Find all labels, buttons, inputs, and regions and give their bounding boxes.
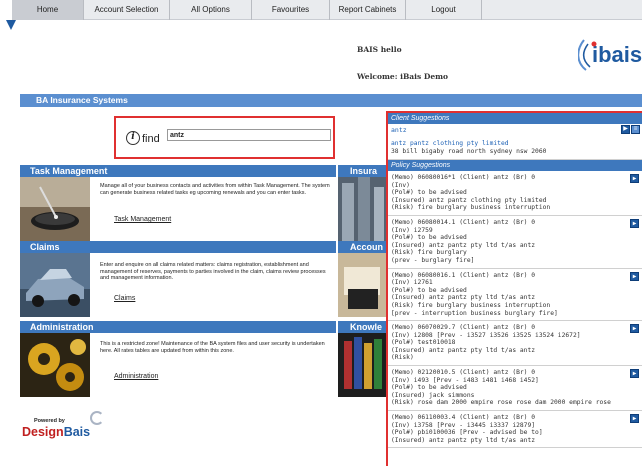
policy-suggestion-line: (Risk) rose dam 2000 empire rose rose da…: [391, 399, 611, 407]
policy-suggestion-line: (Memo) 02120010.5 (Client) antz (Br) 0: [391, 369, 536, 377]
policy-suggestion-line: (Risk) fire burglary: [391, 249, 467, 257]
find-label: find: [142, 133, 160, 145]
policy-suggestion-line: (Inv) i2761: [391, 279, 433, 287]
policy-suggestion-item[interactable]: (Memo) 06080014.1 (Client) antz (Br) 0 (I…: [388, 216, 642, 269]
nav-tab-account-selection[interactable]: Account Selection: [84, 0, 170, 20]
policy-suggestion-line: (Inv) i493 [Prev - i483 i481 i468 i452]: [391, 376, 539, 384]
select-client-icon[interactable]: ▶: [621, 125, 630, 134]
client-suggestion-result[interactable]: antz pantz clothing pty limited 38 bill …: [388, 136, 642, 160]
policy-suggestion-line: (Pol#) pbi0100036 [Prev - advised be to]: [391, 429, 543, 437]
logo-text: ibais: [592, 42, 642, 67]
nav-tab-home[interactable]: Home: [12, 0, 84, 20]
ibais-logo: ibais: [578, 39, 642, 71]
info-icon: i: [126, 131, 140, 145]
policy-suggestion-item[interactable]: (Memo) 06070029.7 (Client) antz (Br) 0 (I…: [388, 321, 642, 367]
client-suggestions-header: Client Suggestions: [388, 113, 642, 124]
policy-suggestion-line: (prev - burglary fire]: [391, 256, 475, 264]
claims-link[interactable]: Claims: [114, 295, 135, 302]
task-management-description: Manage all of your business contacts and…: [100, 183, 330, 196]
policy-suggestion-line: (Pol#) to be advised: [391, 384, 467, 392]
policy-suggestion-line: (Memo) 06080016.1 (Client) antz (Br) 0: [391, 271, 536, 279]
policy-suggestion-line: (Risk) fire burglary business interrupti…: [391, 204, 551, 212]
select-policy-icon[interactable]: ▶: [630, 174, 639, 183]
policy-suggestion-line: (Inv): [391, 181, 410, 189]
select-policy-icon[interactable]: ▶: [630, 271, 639, 281]
policy-suggestion-line: (Inv) i2759: [391, 226, 433, 234]
policy-suggestion-line: (Pol#) to be advised: [391, 234, 467, 242]
find-box: i find: [114, 116, 335, 159]
policy-suggestion-line: (Risk): [391, 354, 414, 362]
welcome-line: Welcome: iBais Demo: [357, 72, 448, 81]
policy-suggestion-line: (Memo) 06070029.7 (Client) antz (Br) 0: [391, 324, 536, 332]
policy-suggestion-line: [prev - interruption business burglary f…: [391, 309, 558, 317]
administration-description: This is a restricted zone! Maintenance o…: [100, 341, 325, 354]
policy-suggestion-line: (Inv) i3758 [Prev - i3445 i3337 i2879]: [391, 421, 536, 429]
client-result-address: 38 bill bigaby road north sydney nsw 206…: [391, 148, 547, 155]
policy-suggestion-line: (Insured) antz pantz clothing pty limite…: [391, 196, 547, 204]
policy-suggestion-line: (Memo) 06080014.1 (Client) antz (Br) 0: [391, 218, 536, 226]
section-bar-administration: Administration: [20, 321, 336, 333]
app-title-bar-extension: [380, 94, 642, 107]
section-bar-accounts: Accoun: [338, 241, 386, 253]
policy-suggestion-line: (Memo) 06080016*1 (Client) antz (Br) 0: [391, 174, 536, 181]
select-policy-icon[interactable]: ▶: [630, 369, 639, 379]
policy-suggestion-line: (Pol#) test010018: [391, 339, 456, 347]
policy-suggestion-line: (Pol#) to be advised: [391, 189, 467, 197]
administration-link[interactable]: Administration: [114, 373, 158, 380]
insurance-image: [338, 177, 386, 241]
app-title-bar: BA Insurance Systems: [20, 94, 380, 107]
client-result-name: antz pantz clothing pty limited: [391, 140, 509, 147]
policy-suggestion-item[interactable]: (Memo) 06080016.1 (Client) antz (Br) 0 (I…: [388, 269, 642, 322]
section-bar-insurance: Insura: [338, 165, 386, 177]
section-bar-claims: Claims: [20, 241, 336, 253]
welcome-label: Welcome:: [357, 72, 398, 81]
designbais-logo-design: Design: [22, 425, 64, 439]
client-suggestion-actions: ▶ ≡: [621, 125, 640, 134]
welcome-user: iBais Demo: [400, 72, 449, 81]
task-management-link[interactable]: Task Management: [114, 216, 171, 223]
powered-by-label: Powered by: [34, 418, 65, 424]
designbais-logo-bais: Bais: [63, 425, 91, 439]
greeting-text: BAIS hello: [357, 45, 402, 54]
nav-tab-report-cabinets[interactable]: Report Cabinets: [330, 0, 406, 20]
policy-suggestion-line: (Insured) antz pantz pty ltd t/as antz: [391, 346, 536, 354]
policy-suggestion-line: (Pol#) to be advised: [391, 286, 467, 294]
policy-suggestion-line: (Insured) antz pantz pty ltd t/as antz: [391, 294, 536, 302]
policy-suggestion-line: (Insured) antz pantz pty ltd t/as antz: [391, 436, 536, 444]
corner-arrow-icon: [6, 20, 16, 30]
nav-tab-all-options[interactable]: All Options: [170, 0, 252, 20]
policy-suggestion-line: (Risk) fire burglary business interrupti…: [391, 301, 551, 309]
designbais-logo: DesignBais: [22, 425, 90, 439]
section-bar-knowledge: Knowle: [338, 321, 386, 333]
policy-suggestions-header: Policy Suggestions: [388, 160, 642, 171]
task-management-image: [20, 177, 90, 241]
policy-suggestion-list: (Memo) 06080016*1 (Client) antz (Br) 0 (I…: [388, 171, 642, 449]
nav-tab-logout[interactable]: Logout: [406, 0, 482, 20]
policy-suggestion-item[interactable]: (Memo) 06080016*1 (Client) antz (Br) 0 (I…: [388, 171, 642, 216]
top-nav: Home Account Selection All Options Favou…: [12, 0, 642, 20]
list-client-icon[interactable]: ≡: [631, 125, 640, 134]
claims-description: Enter and enquire on all claims related …: [100, 262, 326, 281]
find-input[interactable]: [167, 129, 331, 141]
select-policy-icon[interactable]: ▶: [630, 414, 639, 424]
policy-suggestion-line: (Memo) 06110003.4 (Client) antz (Br) 0: [391, 414, 536, 422]
policy-suggestion-item[interactable]: (Memo) 02120010.5 (Client) antz (Br) 0 (I…: [388, 366, 642, 412]
claims-image: [20, 253, 90, 317]
select-policy-icon[interactable]: ▶: [630, 324, 639, 334]
policy-suggestion-line: (Insured) antz pantz pty ltd t/as antz: [391, 241, 536, 249]
policy-suggestion-line: (Inv) i2808 [Prev - i3527 i3526 i3525 i3…: [391, 331, 581, 339]
designbais-swirl-icon: [90, 411, 104, 425]
suggestions-panel: Client Suggestions antz ▶ ≡ antz pantz c…: [386, 111, 642, 466]
knowledge-image: [338, 333, 386, 397]
nav-tab-favourites[interactable]: Favourites: [252, 0, 330, 20]
administration-image: [20, 333, 90, 397]
client-suggestion-query: antz: [391, 126, 407, 134]
section-bar-task-management: Task Management: [20, 165, 336, 177]
policy-suggestion-line: (Insured) jack simmons: [391, 391, 475, 399]
select-policy-icon[interactable]: ▶: [630, 218, 639, 228]
policy-suggestion-item[interactable]: (Memo) 06110003.4 (Client) antz (Br) 0 (I…: [388, 411, 642, 449]
accounts-image: [338, 253, 386, 317]
client-suggestion-query-row: antz ▶ ≡: [388, 124, 642, 136]
